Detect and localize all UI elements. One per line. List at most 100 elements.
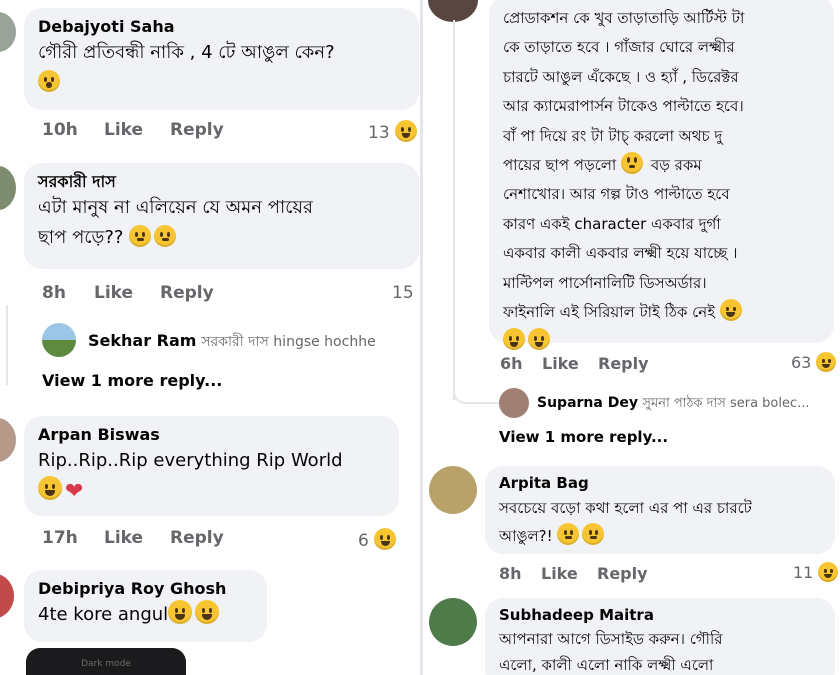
flushed-icon	[557, 523, 580, 545]
reply-button[interactable]: Reply	[598, 354, 649, 373]
comment-actions: 10h Like Reply	[42, 120, 420, 142]
reply-button[interactable]: Reply	[160, 283, 214, 303]
avatar[interactable]	[0, 166, 16, 210]
reply-snippet: সরকারী দাস hingse hochhe	[201, 334, 376, 350]
comment-actions: 6h Like Reply	[500, 354, 800, 376]
comment-bubble: Subhadeep Maitra আপনারা আগে ডিসাইড করুন।…	[485, 598, 835, 675]
haha-icon	[818, 562, 839, 582]
reaction-count[interactable]: 63	[791, 352, 839, 372]
comment-text: প্রোডাকশন কে খুব তাড়াতাড়ি আর্টিস্ট টা …	[503, 4, 820, 357]
flushed-icon	[129, 225, 152, 247]
like-button[interactable]: Like	[94, 283, 133, 303]
wow-icon	[38, 70, 60, 92]
comment-text-line: মাল্টিপল পার্সোনালিটি ডিসঅর্ডার।	[503, 273, 707, 292]
haha-icon	[816, 352, 837, 372]
reaction-count-value: 11	[793, 563, 814, 582]
avatar[interactable]	[0, 12, 16, 52]
smile-icon	[168, 600, 193, 624]
commenter-name[interactable]: Debipriya Roy Ghosh	[38, 578, 253, 600]
comment-text-line: পায়ের ছাপ পড়লো	[503, 156, 617, 175]
comment-text: Rip..Rip..Rip everything Rip World ❤	[38, 446, 385, 507]
reply-button[interactable]: Reply	[170, 120, 224, 140]
view-more-replies[interactable]: View 1 more reply...	[499, 428, 668, 446]
like-button[interactable]: Like	[542, 354, 579, 373]
flushed-icon	[582, 523, 605, 545]
comment-text: আপনারা আগে ডিসাইড করুন। গৌরি এলো, কালী এ…	[499, 626, 821, 675]
view-more-replies[interactable]: View 1 more reply...	[42, 371, 222, 390]
reaction-count[interactable]: 13	[368, 120, 420, 143]
comment-text-line: ফাইনালি এই সিরিয়াল টাই ঠিক নেই	[503, 303, 716, 322]
comment-text: এটা মানুষ না এলিয়েন যে অমন পায়ের ছাপ প…	[38, 193, 405, 253]
comment-time: 17h	[42, 528, 78, 548]
comment-text-line: Rip..Rip..Rip everything Rip World	[38, 450, 343, 471]
comment-bubble: Debajyoti Saha গৌরী প্রতিবন্ধী নাকি , 4 …	[24, 8, 419, 110]
flushed-icon	[154, 225, 177, 247]
reaction-count[interactable]: 15	[392, 283, 414, 303]
comment-text-line: 4te kore angul	[38, 604, 169, 625]
comment-text: 4te kore angul	[38, 600, 253, 630]
laughing-icon	[719, 299, 742, 322]
comment-text-line: কারণ একই character একবার দুর্গা	[503, 214, 721, 233]
commenter-name[interactable]: Arpita Bag	[499, 472, 821, 494]
comment-bubble: Debipriya Roy Ghosh 4te kore angul	[24, 570, 267, 642]
comment-text-line: একবার কালী একবার লক্ষ্মী হয়ে যাচ্ছে ।	[503, 244, 738, 263]
laughing-icon	[503, 328, 525, 351]
comment-text-line: প্রোডাকশন কে খুব তাড়াতাড়ি আর্টিস্ট টা	[503, 9, 745, 27]
avatar[interactable]	[0, 574, 14, 618]
commenter-name[interactable]: Arpan Biswas	[38, 424, 385, 446]
phone-bar-text: Dark mode	[81, 659, 131, 669]
laughing-icon	[528, 328, 550, 351]
comment-text-line: এলো, কালী এলো নাকি লক্ষ্মী এলো	[499, 656, 714, 674]
like-button[interactable]: Like	[541, 564, 578, 583]
haha-icon	[395, 120, 418, 142]
commenter-name[interactable]: Debajyoti Saha	[38, 16, 405, 38]
reply-thread-line	[6, 305, 8, 385]
like-button[interactable]: Like	[104, 120, 143, 140]
reply-preview[interactable]: Suparna Dey সুমনা পাঠক দাস sera bolec...	[537, 394, 810, 415]
left-screenshot-panel: Debajyoti Saha গৌরী প্রতিবন্ধী নাকি , 4 …	[0, 0, 420, 675]
reply-button[interactable]: Reply	[170, 528, 224, 548]
phone-screenshot-edge: Dark mode	[26, 648, 186, 675]
commenter-name[interactable]: সরকারী দাস	[38, 171, 405, 193]
comment-text-line: বাঁ পা দিয়ে রং টা টাচ্ করলো অথচ দু	[503, 126, 723, 145]
comment-text-line: গৌরী প্রতিবন্ধী নাকি , 4 টে আঙুল কেন?	[38, 42, 335, 63]
comment-bubble: সরকারী দাস এটা মানুষ না এলিয়েন যে অমন প…	[24, 163, 419, 269]
reaction-count-value: 13	[368, 123, 390, 143]
reply-author[interactable]: Sekhar Ram	[88, 331, 196, 350]
comment-text-line: ছাপ পড়ে??	[38, 227, 124, 248]
comment-text: সবচেয়ে বড়ো কথা হলো এর পা এর চারটে আঙুল…	[499, 494, 821, 550]
avatar[interactable]	[499, 388, 529, 418]
like-button[interactable]: Like	[104, 528, 143, 548]
comment-bubble: প্রোডাকশন কে খুব তাড়াতাড়ি আর্টিস্ট টা …	[489, 0, 834, 351]
reply-button[interactable]: Reply	[597, 564, 648, 583]
reply-thread-line	[453, 20, 455, 400]
haha-icon	[374, 528, 397, 550]
reaction-count[interactable]: 11	[793, 562, 840, 582]
eye-roll-icon	[621, 152, 644, 175]
right-screenshot-panel: প্রোডাকশন কে খুব তাড়াতাড়ি আর্টিস্ট টা …	[423, 0, 840, 675]
reply-thread-connector	[453, 380, 499, 404]
comment-bubble: Arpita Bag সবচেয়ে বড়ো কথা হলো এর পা এর…	[485, 466, 835, 554]
comment-text-line: এটা মানুষ না এলিয়েন যে অমন পায়ের	[38, 197, 313, 218]
smile-icon	[195, 600, 220, 624]
comment-text-line: নেশাখোর। আর গল্প টাও পাল্টাতে হবে	[503, 185, 730, 204]
reaction-count[interactable]: 6	[358, 528, 399, 551]
reply-snippet: সুমনা পাঠক দাস sera bolec...	[642, 396, 810, 411]
reaction-count-value: 6	[358, 531, 369, 551]
avatar[interactable]	[429, 598, 477, 646]
commenter-name[interactable]: Subhadeep Maitra	[499, 604, 821, 626]
avatar[interactable]	[0, 418, 16, 462]
avatar[interactable]	[42, 323, 76, 357]
avatar[interactable]	[429, 466, 477, 514]
comment-time: 8h	[499, 564, 522, 583]
comment-text-line: সবচেয়ে বড়ো কথা হলো এর পা এর চারটে	[499, 499, 752, 517]
comment-text-line: আপনারা আগে ডিসাইড করুন। গৌরি	[499, 630, 723, 648]
comment-text-line: চারটে আঙুল এঁকেছে । ও হ্যাঁ , ডিরেক্টর	[503, 67, 739, 86]
comment-text-line: কে তাড়াতে হবে । গাঁজার ঘোরে লক্ষ্মীর	[503, 38, 735, 57]
reply-author[interactable]: Suparna Dey	[537, 395, 638, 411]
avatar[interactable]	[428, 0, 478, 22]
comment-text-line: আর ক্যামেরাপার্সন টাকেও পাল্টাতে হবে।	[503, 97, 744, 116]
reply-preview[interactable]: Sekhar Ram সরকারী দাস hingse hochhe	[88, 330, 376, 354]
comment-text: গৌরী প্রতিবন্ধী নাকি , 4 টে আঙুল কেন?	[38, 38, 405, 98]
smile-icon	[38, 476, 62, 500]
